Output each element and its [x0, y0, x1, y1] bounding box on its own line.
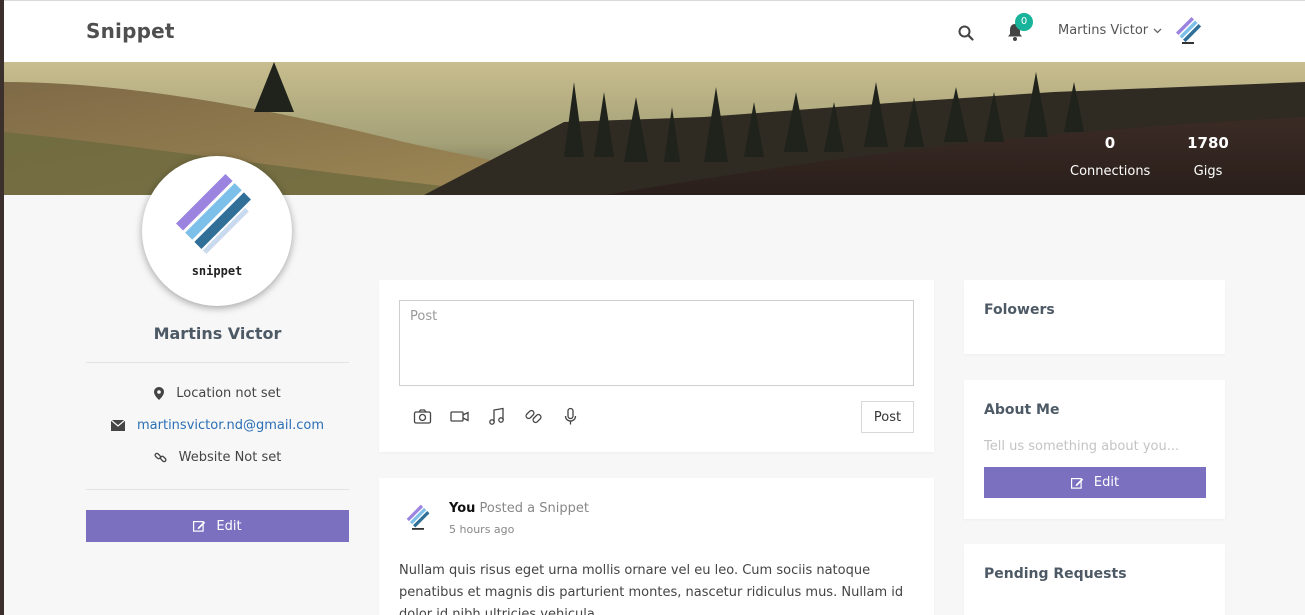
website-text: Website Not set	[178, 450, 282, 465]
email-row: martinsvictor.nd@gmail.com	[86, 418, 349, 433]
notification-badge: 0	[1015, 13, 1033, 31]
gigs-label: Gigs	[1193, 164, 1223, 179]
pending-requests-title: Pending Requests	[984, 566, 1127, 582]
profile-name: Martins Victor	[153, 324, 282, 343]
divider	[86, 489, 349, 490]
search-icon[interactable]	[957, 24, 975, 42]
post-button[interactable]: Post	[861, 401, 914, 433]
email-link[interactable]: martinsvictor.nd@gmail.com	[137, 418, 324, 433]
link-icon	[154, 452, 167, 463]
link-icon[interactable]	[524, 407, 543, 426]
user-menu-dropdown[interactable]: Martins Victor	[1058, 23, 1162, 38]
edit-icon	[1070, 477, 1084, 489]
followers-card: Folowers	[964, 280, 1225, 354]
stat-connections[interactable]: 0 Connections	[1070, 134, 1150, 179]
top-navbar: Snippet 0 Martins Victor	[4, 0, 1305, 62]
followers-title: Folowers	[984, 302, 1055, 318]
pending-requests-card: Pending Requests	[964, 544, 1225, 615]
about-me-card: About Me Tell us something about you... …	[964, 380, 1225, 519]
snippet-logo-icon	[176, 174, 251, 254]
location-text: Location not set	[176, 386, 281, 401]
post-action: Posted a Snippet	[479, 501, 589, 516]
post-body: Nullam quis risus eget urna mollis ornar…	[399, 563, 904, 615]
edit-about-label: Edit	[1093, 475, 1120, 490]
stat-gigs[interactable]: 1780 Gigs	[1178, 134, 1238, 179]
video-icon[interactable]	[450, 407, 469, 426]
user-avatar[interactable]	[1174, 15, 1202, 47]
chevron-down-icon	[1153, 28, 1162, 33]
post-author-avatar[interactable]	[405, 504, 431, 532]
edit-profile-button[interactable]: Edit	[86, 510, 349, 542]
camera-icon[interactable]	[413, 407, 432, 426]
profile-avatar[interactable]: snippet	[142, 156, 292, 306]
user-menu-label: Martins Victor	[1058, 23, 1149, 38]
connections-label: Connections	[1070, 164, 1151, 179]
map-marker-icon	[154, 387, 165, 400]
post-author[interactable]: You	[449, 501, 475, 516]
connections-count: 0	[1104, 134, 1116, 152]
post-input[interactable]	[399, 300, 914, 386]
music-icon[interactable]	[487, 407, 506, 426]
envelope-icon	[111, 420, 125, 431]
microphone-icon[interactable]	[561, 407, 580, 426]
post-timestamp: 5 hours ago	[449, 523, 515, 536]
media-toolbar	[413, 407, 580, 426]
edit-profile-label: Edit	[216, 518, 242, 534]
post-composer-card: Post	[379, 280, 934, 452]
divider	[86, 362, 349, 363]
logo-wordmark: snippet	[191, 264, 243, 278]
about-me-placeholder: Tell us something about you...	[984, 439, 1180, 454]
post-header: You Posted a Snippet	[449, 501, 589, 516]
edit-icon	[193, 521, 206, 532]
location-row: Location not set	[86, 386, 349, 401]
page: Snippet 0 Martins Victor 0 Connections 1…	[4, 0, 1305, 615]
gigs-count: 1780	[1187, 134, 1229, 152]
website-row: Website Not set	[86, 450, 349, 465]
edit-about-button[interactable]: Edit	[984, 467, 1206, 498]
brand-logo[interactable]: Snippet	[86, 19, 175, 43]
about-me-title: About Me	[984, 402, 1060, 418]
feed-post-card: You Posted a Snippet 5 hours ago Nullam …	[379, 478, 934, 615]
